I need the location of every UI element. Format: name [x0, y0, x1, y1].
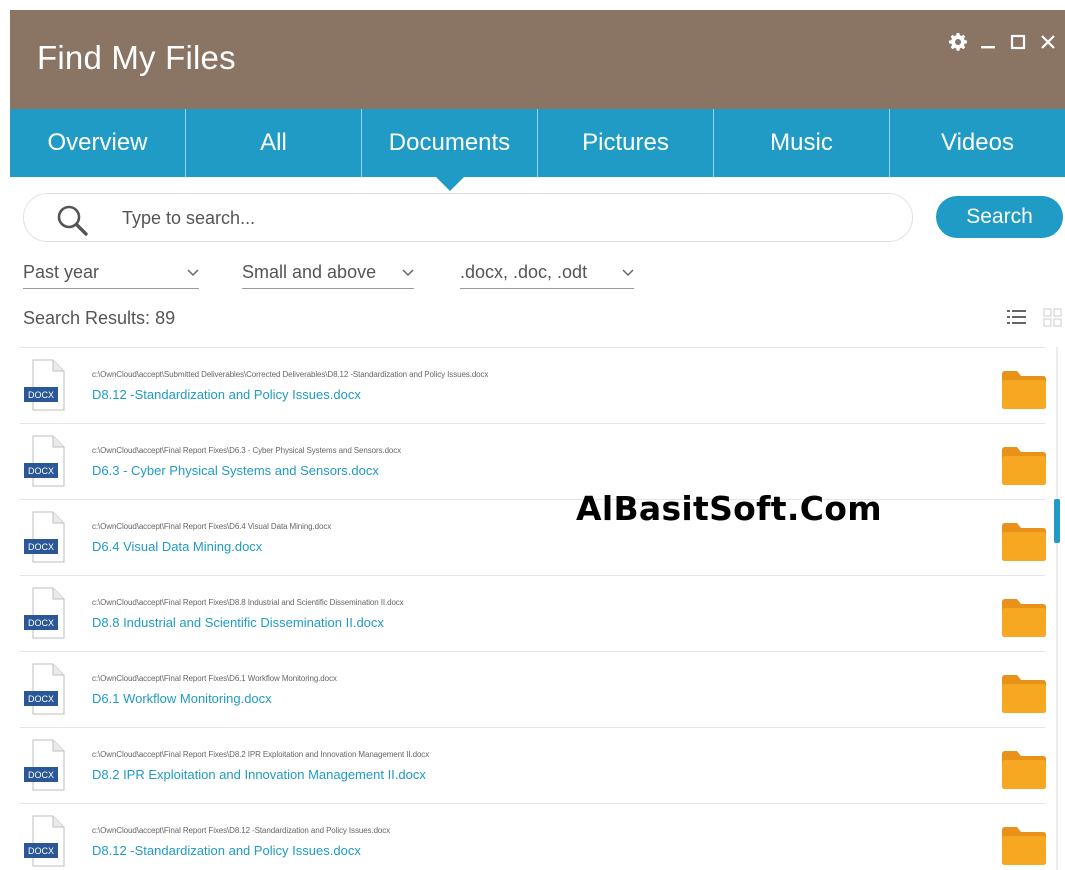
- tab-music[interactable]: Music: [714, 109, 890, 177]
- open-folder-icon[interactable]: [1000, 520, 1048, 562]
- docx-badge-label: DOCX: [28, 390, 54, 400]
- tab-documents[interactable]: Documents: [362, 109, 538, 191]
- file-path: c:\OwnCloud\accept\Final Report Fixes\D6…: [92, 674, 337, 683]
- tab-all[interactable]: All: [186, 109, 362, 177]
- docx-badge-label: DOCX: [28, 846, 54, 856]
- window-controls: [947, 30, 1059, 54]
- docx-file-icon: DOCX: [24, 435, 65, 487]
- chevron-down-icon: [622, 268, 634, 276]
- docx-badge-label: DOCX: [28, 618, 54, 628]
- result-row[interactable]: DOCX c:\OwnCloud\accept\Final Report Fixe…: [20, 423, 1048, 499]
- docx-file-icon: DOCX: [24, 663, 65, 715]
- vertical-scrollbar[interactable]: [1053, 347, 1065, 870]
- docx-file-icon: DOCX: [24, 739, 65, 791]
- docx-badge-label: DOCX: [28, 694, 54, 704]
- file-name-link[interactable]: D8.8 Industrial and Scientific Dissemina…: [92, 615, 384, 630]
- file-name-link[interactable]: D8.12 -Standardization and Policy Issues…: [92, 387, 361, 402]
- chevron-down-icon: [402, 268, 414, 276]
- search-input[interactable]: [122, 205, 882, 231]
- open-folder-icon[interactable]: [1000, 672, 1048, 714]
- open-folder-icon[interactable]: [1000, 368, 1048, 410]
- file-name-link[interactable]: D6.3 - Cyber Physical Systems and Sensor…: [92, 463, 379, 478]
- docx-badge-label: DOCX: [28, 542, 54, 552]
- search-button[interactable]: Search: [936, 196, 1063, 238]
- minimize-icon[interactable]: [977, 30, 999, 54]
- category-tabs: Overview All Documents Pictures Music Vi…: [10, 109, 1065, 191]
- grid-view-icon[interactable]: [1043, 308, 1063, 333]
- result-row[interactable]: DOCX c:\OwnCloud\accept\Final Report Fixe…: [20, 651, 1048, 727]
- result-row[interactable]: DOCX c:\OwnCloud\accept\Final Report Fixe…: [20, 575, 1048, 651]
- file-path: c:\OwnCloud\accept\Final Report Fixes\D8…: [92, 750, 430, 759]
- result-row[interactable]: DOCX c:\OwnCloud\accept\Final Report Fixe…: [20, 499, 1048, 575]
- docx-file-icon: DOCX: [24, 815, 65, 867]
- title-bar: Find My Files: [10, 10, 1065, 109]
- size-filter-value: Small and above: [242, 262, 377, 282]
- docx-file-icon: DOCX: [24, 359, 65, 411]
- open-folder-icon[interactable]: [1000, 444, 1048, 486]
- open-folder-icon[interactable]: [1000, 748, 1048, 790]
- file-path: c:\OwnCloud\accept\Final Report Fixes\D8…: [92, 598, 404, 607]
- results-list: DOCX c:\OwnCloud\accept\Submitted Deliver…: [20, 347, 1048, 870]
- close-icon[interactable]: [1037, 30, 1059, 54]
- open-folder-icon[interactable]: [1000, 596, 1048, 638]
- docx-file-icon: DOCX: [24, 587, 65, 639]
- search-icon: [56, 204, 90, 243]
- docx-badge-label: DOCX: [28, 770, 54, 780]
- type-filter-value: .docx, .doc, .odt: [460, 262, 588, 282]
- file-name-link[interactable]: D6.4 Visual Data Mining.docx: [92, 539, 262, 554]
- result-row[interactable]: DOCX c:\OwnCloud\accept\Final Report Fixe…: [20, 803, 1048, 870]
- results-count: 89: [155, 308, 176, 328]
- app-title: Find My Files: [37, 39, 236, 76]
- date-filter-value: Past year: [23, 262, 100, 282]
- date-filter-dropdown[interactable]: Past year: [23, 257, 199, 289]
- maximize-icon[interactable]: [1007, 30, 1029, 54]
- docx-file-icon: DOCX: [24, 511, 65, 563]
- file-name-link[interactable]: D8.2 IPR Exploitation and Innovation Man…: [92, 767, 426, 782]
- file-name-link[interactable]: D8.12 -Standardization and Policy Issues…: [92, 843, 361, 858]
- file-name-link[interactable]: D6.1 Workflow Monitoring.docx: [92, 691, 272, 706]
- watermark-text: AlBasitSoft.Com: [576, 489, 882, 528]
- tab-overview[interactable]: Overview: [10, 109, 186, 177]
- scroll-track: [1056, 347, 1058, 870]
- file-path: c:\OwnCloud\accept\Final Report Fixes\D6…: [92, 522, 332, 531]
- result-row[interactable]: DOCX c:\OwnCloud\accept\Submitted Deliver…: [20, 347, 1048, 423]
- search-box: [23, 193, 913, 242]
- gear-icon[interactable]: [947, 30, 969, 54]
- result-row[interactable]: DOCX c:\OwnCloud\accept\Final Report Fixe…: [20, 727, 1048, 803]
- tab-pictures[interactable]: Pictures: [538, 109, 714, 177]
- chevron-down-icon: [187, 268, 199, 276]
- app-window: Find My Files Overview All Documents Pic…: [10, 10, 1065, 870]
- file-path: c:\OwnCloud\accept\Final Report Fixes\D6…: [92, 446, 402, 455]
- tab-videos[interactable]: Videos: [890, 109, 1065, 177]
- docx-badge-label: DOCX: [28, 466, 54, 476]
- list-view-icon[interactable]: [1007, 308, 1027, 331]
- open-folder-icon[interactable]: [1000, 824, 1048, 866]
- size-filter-dropdown[interactable]: Small and above: [242, 257, 414, 289]
- file-path: c:\OwnCloud\accept\Final Report Fixes\D8…: [92, 826, 391, 835]
- file-path: c:\OwnCloud\accept\Submitted Deliverable…: [92, 370, 489, 379]
- type-filter-dropdown[interactable]: .docx, .doc, .odt: [460, 257, 634, 289]
- search-results-count: Search Results: 89: [23, 308, 175, 329]
- scroll-thumb[interactable]: [1054, 499, 1060, 543]
- results-label: Search Results:: [23, 308, 151, 328]
